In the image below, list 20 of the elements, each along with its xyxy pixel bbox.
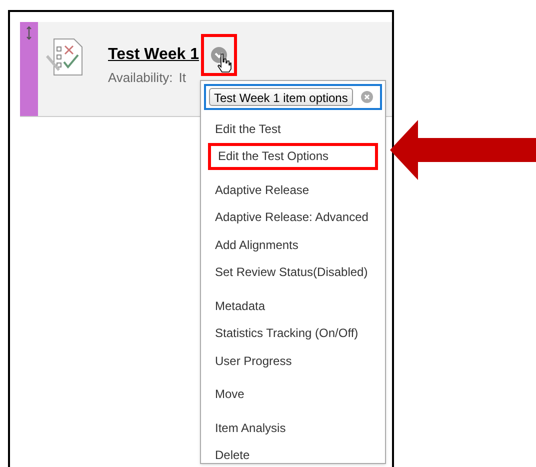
availability-label: Availability:	[108, 69, 173, 87]
menu-item[interactable]: Edit the Test Options	[208, 142, 378, 170]
menu-item[interactable]: Move	[208, 380, 378, 408]
menu-item[interactable]: Adaptive Release	[208, 176, 378, 204]
menu-item[interactable]: Item Analysis	[208, 414, 378, 442]
hand-cursor-icon	[216, 53, 232, 73]
availability-value: It	[178, 69, 186, 87]
item-title-link[interactable]: Test Week 1	[108, 43, 200, 67]
menu-item[interactable]: User Progress	[208, 347, 378, 374]
item-options-button[interactable]: Test Week 1 item options	[209, 88, 353, 106]
options-button[interactable]	[201, 34, 238, 76]
menu-item[interactable]: Add Alignments	[208, 231, 378, 258]
menu-item[interactable]: Metadata	[208, 292, 378, 320]
drag-handle-icon[interactable]	[26, 26, 32, 40]
close-icon[interactable]	[361, 91, 373, 103]
menu-item[interactable]: Set Review Status(Disabled)	[208, 258, 378, 286]
menu-item[interactable]: Adaptive Release: Advanced	[208, 204, 378, 231]
menu-item[interactable]: Statistics Tracking (On/Off)	[208, 320, 378, 347]
menu-item[interactable]: Delete	[208, 442, 378, 467]
menu-item[interactable]: Edit the Test	[208, 115, 378, 142]
